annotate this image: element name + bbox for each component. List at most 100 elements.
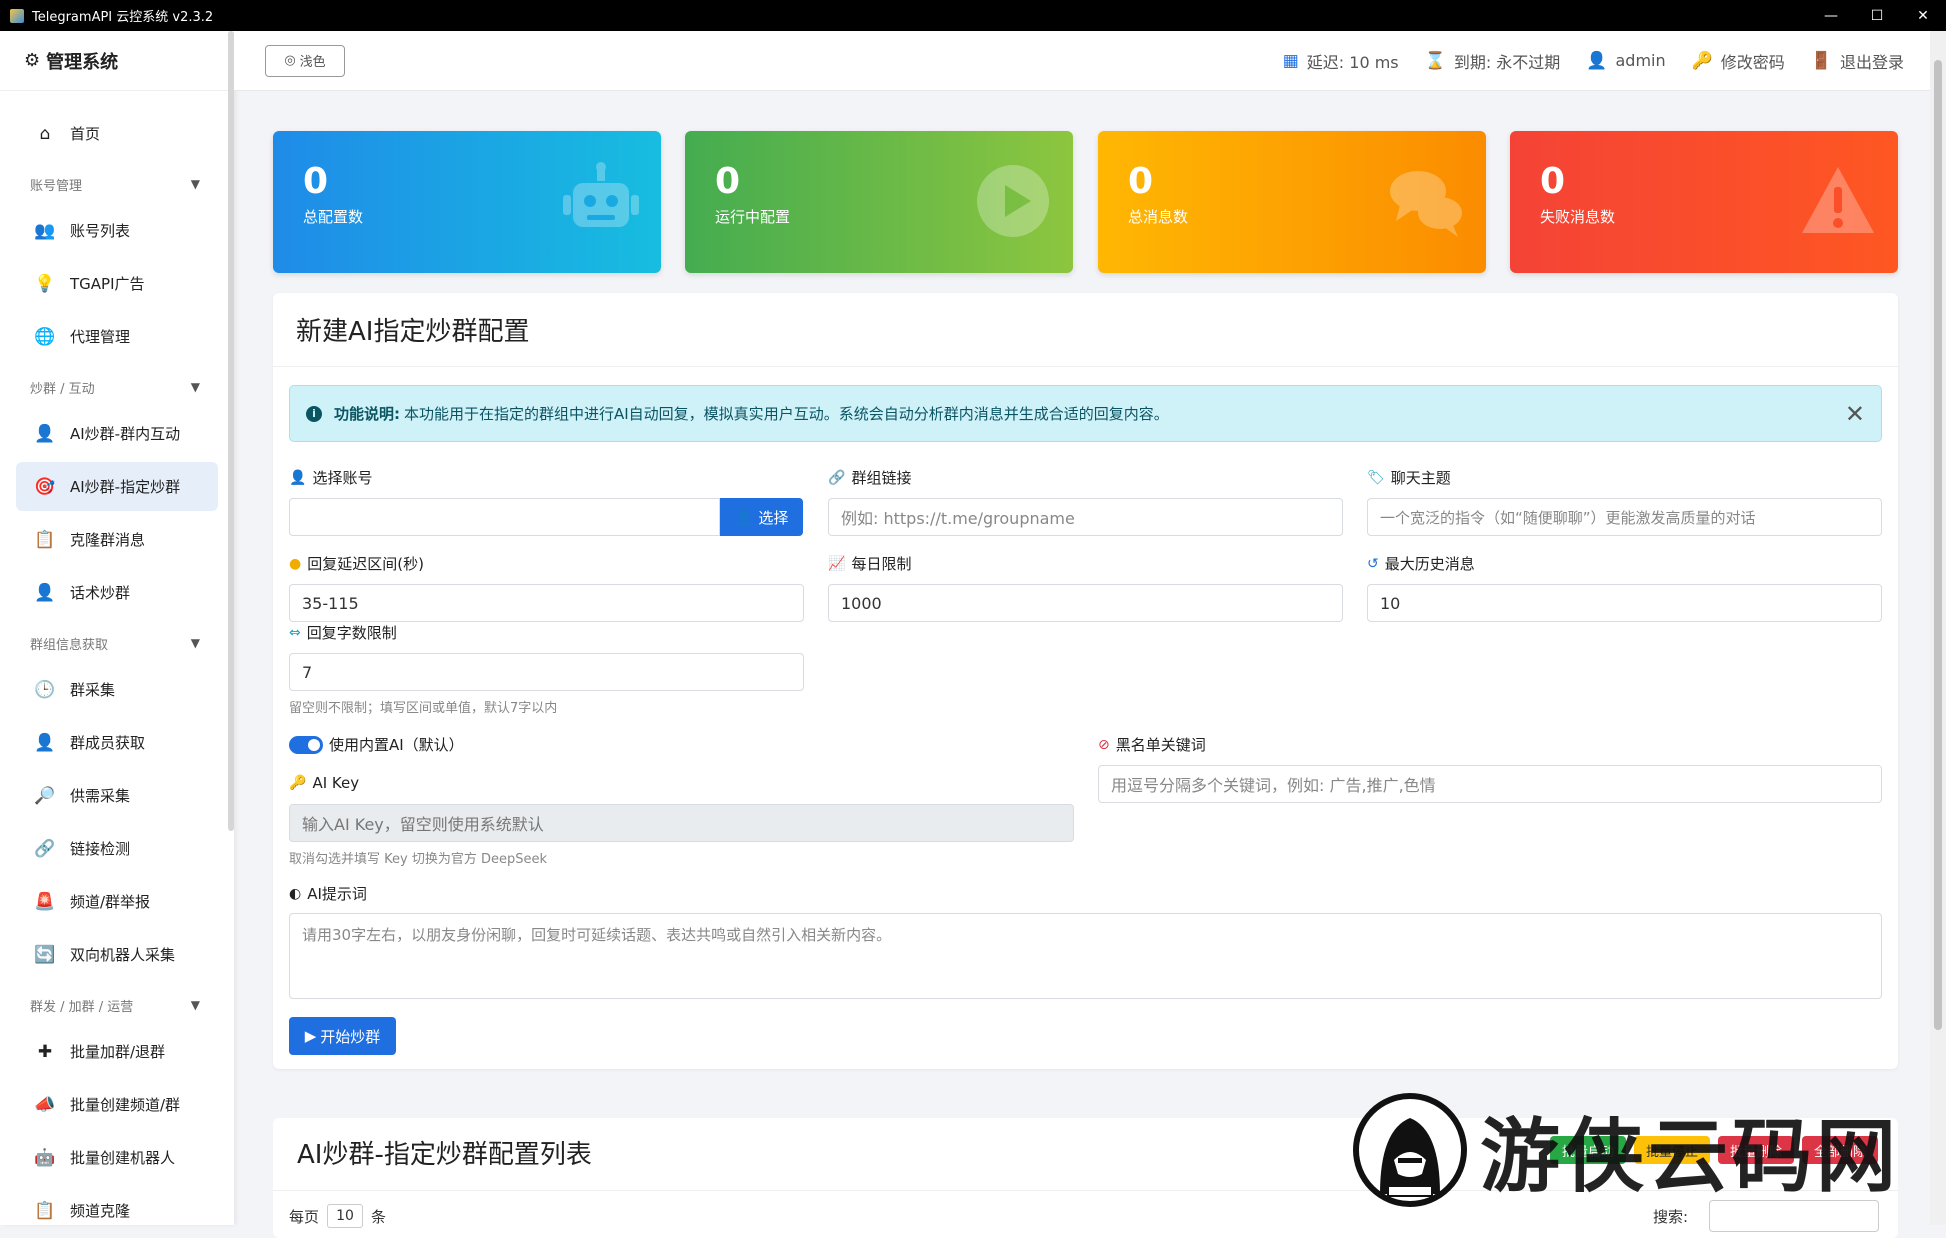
sidebar-group[interactable]: 群组信息获取 ▼ (16, 621, 218, 665)
theme-label: 浅色 (299, 55, 326, 70)
sidebar-item-label: AI炒群-群内互动 (70, 425, 181, 443)
link-check-icon: 🔗 (34, 838, 56, 859)
link-icon: 🔗 (828, 469, 846, 486)
sidebar-item[interactable]: 💡 TGAPI广告 (16, 259, 218, 308)
sidebar-item[interactable]: 🌐 代理管理 (16, 312, 218, 361)
ai-prompt-textarea[interactable]: 请用30字左右，以朋友身份闲聊，回复时可延续话题、表达共鸣或自然引入相关新内容。 (289, 913, 1882, 999)
sidebar-item[interactable]: 🤖 批量创建机器人 (16, 1133, 218, 1182)
expiry-text: 到期: 永不过期 (1453, 52, 1561, 72)
history-input[interactable]: 10 (1367, 584, 1882, 622)
sidebar-item[interactable]: ✚ 批量加群/退群 (16, 1027, 218, 1076)
brain-icon: ◐ (289, 885, 302, 902)
minimize-button[interactable]: — (1808, 0, 1854, 31)
group-link-label-text: 群组链接 (851, 469, 912, 487)
change-password-link[interactable]: 🔑 修改密码 (1692, 49, 1785, 73)
stat-label: 失败消息数 (1540, 208, 1616, 226)
sidebar-item-label: AI炒群-指定炒群 (70, 478, 181, 496)
search-input[interactable] (1709, 1200, 1879, 1232)
magnifier-icon: 🔎 (34, 785, 56, 806)
ai-key-input[interactable]: 输入AI Key，留空则使用系统默认 (289, 804, 1074, 842)
daily-limit-input[interactable]: 1000 (828, 584, 1343, 622)
tag-icon: 🏷 (1367, 469, 1385, 486)
batch-stop-button[interactable]: 批量停止 (1633, 1136, 1710, 1164)
play-icon: ▶ (304, 1027, 317, 1045)
siren-icon: 🚨 (34, 891, 56, 912)
history-label: ↺ 最大历史消息 (1367, 553, 1475, 574)
char-limit-input[interactable]: 7 (289, 653, 804, 691)
clipboard-icon: 📋 (34, 529, 56, 550)
sidebar-group[interactable]: 炒群 / 互动 ▼ (16, 365, 218, 409)
alert-heading: 功能说明: (334, 405, 400, 423)
per-page-prefix: 每页 (289, 1207, 320, 1226)
warning-icon (1802, 167, 1874, 233)
delay-label-text: 回复延迟区间(秒) (307, 555, 424, 573)
signal-icon: ▦ (1282, 50, 1299, 71)
ai-key-label: 🔑 AI Key (289, 774, 359, 792)
home-icon: ⌂ (39, 123, 51, 144)
batch-delete-button[interactable]: 批量删除 (1717, 1136, 1794, 1164)
sidebar-item[interactable]: 📋 频道克隆 (16, 1186, 218, 1225)
new-config-card: 新建AI指定炒群配置 i 功能说明: 本功能用于在指定的群组中进行AI自动回复，… (273, 293, 1898, 1069)
topic-input[interactable]: 一个宽泛的指令（如“随便聊聊”）更能激发高质量的对话 (1367, 498, 1882, 536)
select-account-button[interactable]: 👤 选择 (720, 498, 803, 536)
blacklist-input[interactable]: 用逗号分隔多个关键词，例如: 广告,推广,色情 (1098, 765, 1882, 803)
sidebar-scrollbar[interactable] (228, 31, 234, 831)
sidebar-item[interactable]: 🔄 双向机器人采集 (16, 930, 218, 979)
topic-label-text: 聊天主题 (1390, 469, 1451, 487)
char-limit-label: ⇔ 回复字数限制 (289, 622, 397, 643)
palette-icon: ◎ (284, 53, 296, 68)
account-label: 👤 选择账号 (289, 467, 372, 488)
sidebar-group-label: 炒群 / 互动 (30, 381, 95, 397)
sidebar-item[interactable]: 👤 AI炒群-群内互动 (16, 409, 218, 458)
ai-prompt-label: ◐ AI提示词 (289, 883, 367, 904)
group-link-input[interactable]: 例如: https://t.me/groupname (828, 498, 1343, 536)
group-link-label: 🔗 群组链接 (828, 467, 911, 488)
sidebar-item[interactable]: 🚨 频道/群举报 (16, 877, 218, 926)
sidebar-item[interactable]: 🕒 群采集 (16, 665, 218, 714)
sidebar-group[interactable]: 账号管理 ▼ (16, 162, 218, 206)
sidebar-item[interactable]: 👤 话术炒群 (16, 568, 218, 617)
sidebar-item-label: 双向机器人采集 (70, 946, 176, 964)
batch-start-button[interactable]: 批量启动 (1549, 1136, 1626, 1164)
per-page-select[interactable]: 10 (327, 1204, 364, 1228)
sidebar-item-label: 频道克隆 (70, 1202, 131, 1220)
account-input[interactable] (289, 498, 720, 536)
maximize-button[interactable]: ☐ (1854, 0, 1900, 31)
delay-input[interactable]: 35-115 (289, 584, 804, 622)
builtin-ai-toggle[interactable] (289, 736, 323, 754)
user-menu[interactable]: 👤 admin (1586, 51, 1665, 71)
sidebar-item[interactable]: 👥 账号列表 (16, 206, 218, 255)
sidebar-item[interactable]: 📣 批量创建频道/群 (16, 1080, 218, 1129)
sidebar-item[interactable]: 🎯 AI炒群-指定炒群 (16, 462, 218, 511)
sidebar-item[interactable]: ⌂ 首页 (16, 109, 218, 158)
sidebar-item-label: 账号列表 (70, 222, 131, 240)
caret-down-icon: ▼ (190, 636, 200, 650)
account-label-text: 选择账号 (312, 469, 373, 487)
sidebar-item[interactable]: 🔗 链接检测 (16, 824, 218, 873)
stat-card-total-messages: 0 总消息数 (1098, 131, 1486, 273)
user-icon: 👤 (289, 469, 307, 486)
sidebar-item[interactable]: 🔎 供需采集 (16, 771, 218, 820)
stat-value: 0 (715, 161, 741, 202)
stat-label: 总配置数 (303, 208, 364, 226)
sidebar-item-label: 群采集 (70, 681, 116, 699)
sidebar-item-label: 供需采集 (70, 787, 131, 805)
theme-toggle-button[interactable]: ◎ 浅色 (265, 44, 345, 77)
char-limit-label-text: 回复字数限制 (306, 624, 397, 642)
caret-down-icon: ▼ (190, 998, 200, 1012)
megaphone-icon: 📣 (34, 1094, 56, 1115)
page-scrollbar-thumb[interactable] (1934, 60, 1942, 1030)
close-icon[interactable]: ✕ (1845, 400, 1865, 428)
builtin-ai-label: 使用内置AI（默认） (329, 736, 464, 754)
delete-all-button[interactable]: 全部删除 (1801, 1136, 1878, 1164)
start-button[interactable]: ▶ 开始炒群 (289, 1017, 396, 1055)
blacklist-label-text: 黑名单关键词 (1115, 736, 1206, 754)
chat-bubbles-icon (1390, 171, 1462, 237)
top-right-info: ▦ 延迟: 10 ms ⌛ 到期: 永不过期 👤 admin 🔑 修改密码 🚪 … (1283, 49, 1904, 73)
close-window-button[interactable]: ✕ (1900, 0, 1946, 31)
robot-icon (563, 162, 639, 227)
sidebar-item[interactable]: 👤 群成员获取 (16, 718, 218, 767)
logout-link[interactable]: 🚪 退出登录 (1811, 49, 1904, 73)
sidebar-group[interactable]: 群发 / 加群 / 运营 ▼ (16, 983, 218, 1027)
sidebar-item[interactable]: 📋 克隆群消息 (16, 515, 218, 564)
